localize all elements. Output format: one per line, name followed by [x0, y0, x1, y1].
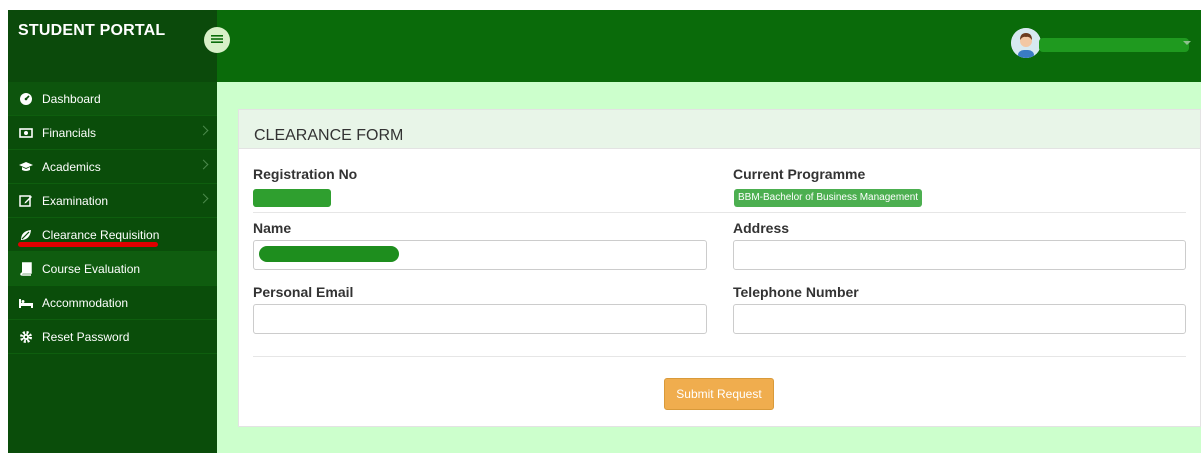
- top-navbar: [217, 10, 1201, 82]
- leaf-icon: [18, 228, 34, 242]
- phone-label: Telephone Number: [733, 284, 859, 300]
- address-label: Address: [733, 220, 790, 236]
- redacted-username: [1039, 38, 1189, 52]
- menu-toggle-button[interactable]: [204, 27, 230, 53]
- brand-header: STUDENT PORTAL: [8, 10, 217, 82]
- user-menu[interactable]: [1011, 28, 1191, 58]
- hamburger-icon: [211, 31, 223, 49]
- submit-request-button[interactable]: Submit Request: [664, 378, 774, 410]
- sidebar-item-label: Accommodation: [42, 295, 129, 310]
- sidebar-nav: Dashboard Financials Academics Examinati…: [8, 82, 217, 354]
- sidebar-item-label: Reset Password: [42, 329, 130, 344]
- dashboard-icon: [18, 92, 34, 106]
- annotation-underline: [18, 242, 158, 247]
- sidebar-item-dashboard[interactable]: Dashboard: [8, 82, 217, 116]
- gear-icon: [18, 330, 34, 344]
- sidebar: STUDENT PORTAL Dashboard Financials Acad…: [8, 10, 217, 453]
- clearance-form-card: CLEARANCE FORM Registration No Current P…: [238, 109, 1201, 427]
- sidebar-item-course-evaluation[interactable]: Course Evaluation: [8, 252, 217, 286]
- divider: [253, 356, 1186, 357]
- sidebar-item-reset-password[interactable]: Reset Password: [8, 320, 217, 354]
- programme-label: Current Programme: [733, 166, 866, 182]
- sidebar-item-label: Academics: [42, 159, 101, 174]
- sidebar-item-label: Course Evaluation: [42, 261, 141, 276]
- address-field[interactable]: [733, 240, 1186, 270]
- sidebar-item-label: Dashboard: [42, 91, 101, 106]
- programme-badge: BBM-Bachelor of Business Management: [734, 189, 923, 207]
- bed-icon: [18, 296, 34, 310]
- graduation-cap-icon: [18, 160, 34, 174]
- sidebar-item-label: Financials: [42, 125, 97, 140]
- divider: [253, 212, 1186, 213]
- chevron-right-icon: [198, 125, 209, 136]
- brand-title: STUDENT PORTAL: [18, 22, 166, 39]
- chevron-right-icon: [198, 159, 209, 170]
- email-field[interactable]: [253, 304, 707, 334]
- edit-icon: [18, 194, 34, 208]
- registration-label: Registration No: [253, 166, 358, 182]
- sidebar-item-label: Clearance Requisition: [42, 227, 160, 242]
- name-label: Name: [253, 220, 292, 236]
- app-frame: STUDENT PORTAL Dashboard Financials Acad…: [8, 10, 1201, 453]
- redacted-registration-number: [253, 189, 331, 207]
- sidebar-item-accommodation[interactable]: Accommodation: [8, 286, 217, 320]
- sidebar-item-examination[interactable]: Examination: [8, 184, 217, 218]
- sidebar-item-financials[interactable]: Financials: [8, 116, 217, 150]
- form-title: CLEARANCE FORM: [254, 127, 404, 144]
- redacted-name: [259, 246, 399, 262]
- sidebar-item-label: Examination: [42, 193, 109, 208]
- sidebar-item-academics[interactable]: Academics: [8, 150, 217, 184]
- avatar: [1011, 28, 1041, 58]
- book-icon: [18, 261, 34, 276]
- chevron-right-icon: [198, 193, 209, 204]
- money-icon: [18, 126, 34, 140]
- caret-down-icon: [1183, 41, 1191, 45]
- email-label: Personal Email: [253, 284, 354, 300]
- card-header: CLEARANCE FORM: [239, 110, 1200, 149]
- phone-field[interactable]: [733, 304, 1186, 334]
